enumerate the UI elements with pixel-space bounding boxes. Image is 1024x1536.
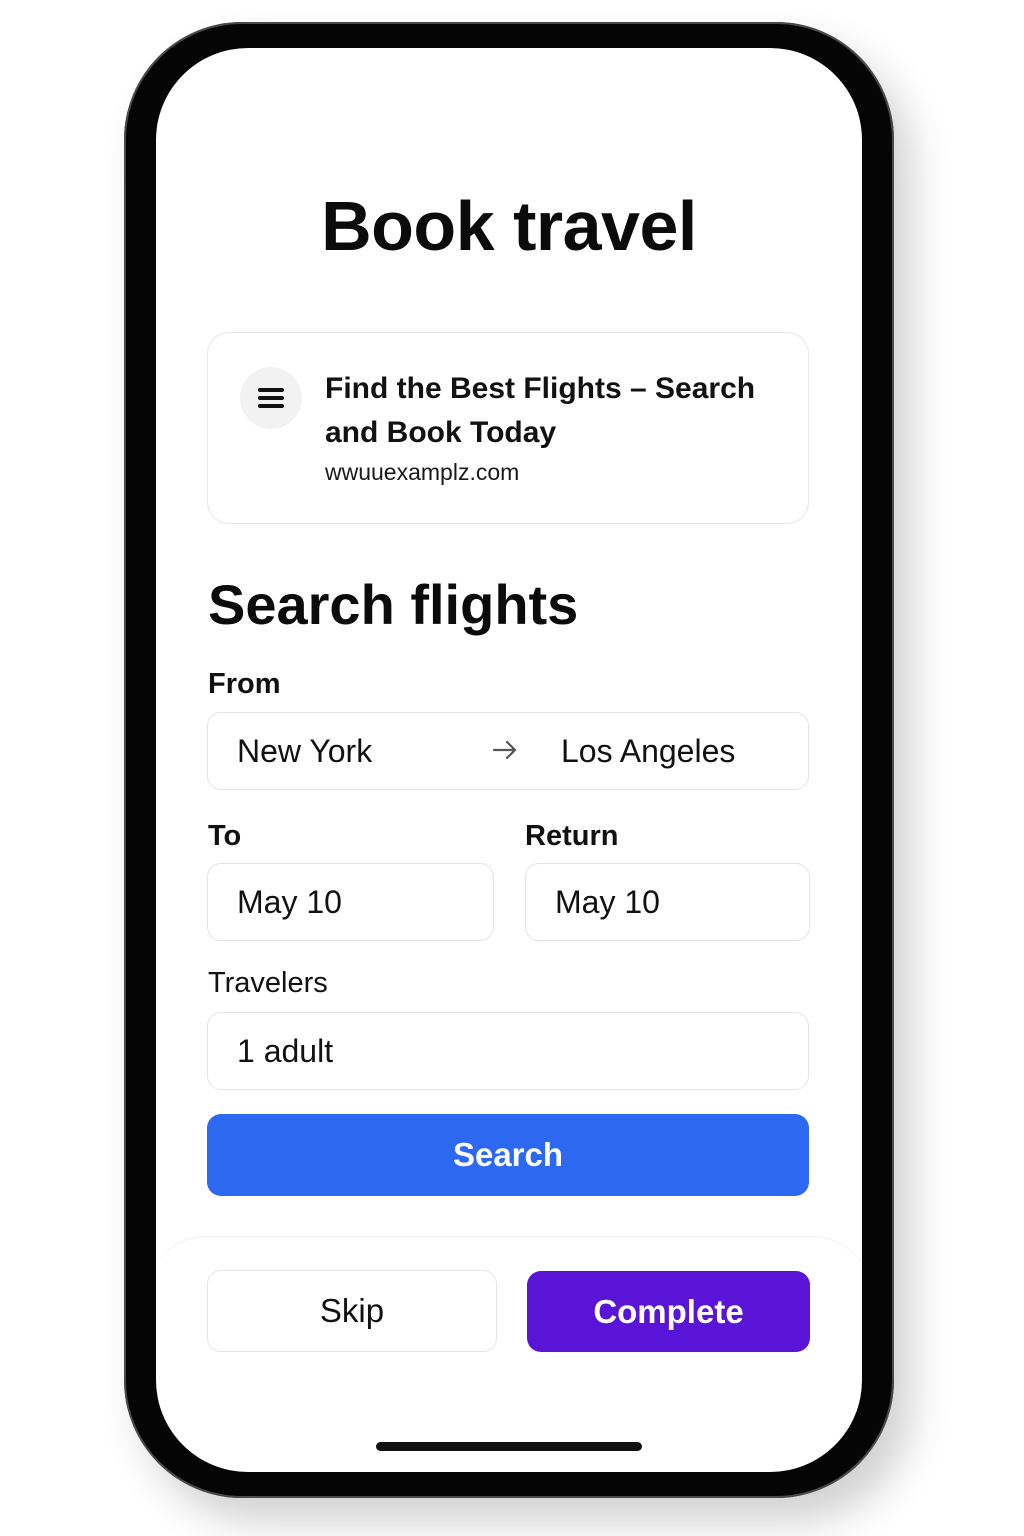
origin-value[interactable]: New York: [237, 733, 372, 770]
travelers-field[interactable]: 1 adult: [207, 1012, 809, 1090]
route-field[interactable]: New York Los Angeles: [207, 712, 809, 790]
depart-date-value: May 10: [237, 883, 342, 920]
depart-date-field[interactable]: May 10: [207, 863, 494, 941]
ad-title[interactable]: Find the Best Flights – Search and Book …: [325, 367, 795, 455]
from-label: From: [208, 668, 281, 700]
to-label: To: [208, 820, 242, 852]
return-label: Return: [525, 820, 619, 852]
phone-frame: Book travel Find the Best Flights – Sear…: [124, 22, 894, 1498]
menu-icon[interactable]: [240, 367, 302, 429]
arrow-right-icon[interactable]: [490, 735, 520, 773]
home-indicator[interactable]: [376, 1442, 642, 1451]
destination-value[interactable]: Los Angeles: [561, 733, 735, 770]
search-button[interactable]: Search: [207, 1114, 809, 1196]
complete-button[interactable]: Complete: [527, 1271, 810, 1352]
travelers-label: Travelers: [208, 967, 328, 999]
return-date-field[interactable]: May 10: [525, 863, 810, 941]
skip-button[interactable]: Skip: [207, 1270, 497, 1352]
section-title: Search flights: [208, 573, 579, 636]
ad-card[interactable]: Find the Best Flights – Search and Book …: [207, 332, 809, 524]
travelers-value: 1 adult: [237, 1032, 334, 1069]
ad-url[interactable]: wwuuexamplz.com: [325, 459, 519, 486]
app-screen: Book travel Find the Best Flights – Sear…: [156, 48, 862, 1472]
return-date-value: May 10: [555, 883, 660, 920]
page-title: Book travel: [321, 187, 697, 265]
